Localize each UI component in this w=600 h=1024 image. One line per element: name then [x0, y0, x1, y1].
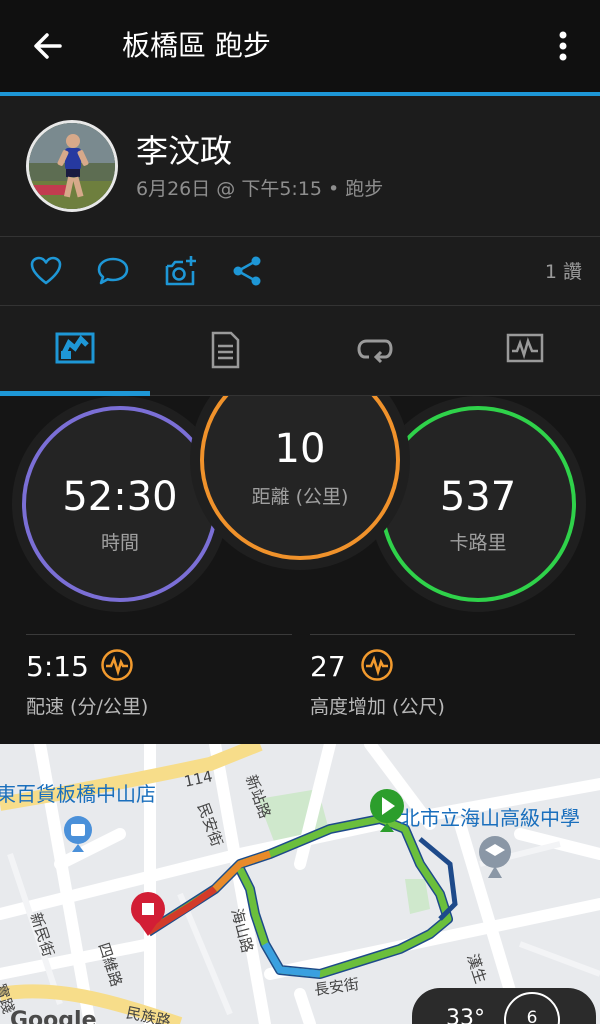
- calories-value: 537: [439, 474, 517, 520]
- map-stats-icon: [55, 332, 95, 364]
- temperature: 33°: [446, 1006, 485, 1024]
- route-map[interactable]: 東百貨板橋中山店 北市立海山高級中學 114 新站路 民安街 海山路 長安街 新…: [0, 744, 600, 1024]
- pace-label: 配速 (分/公里): [26, 696, 149, 718]
- runner-photo-icon: [29, 123, 115, 209]
- elevation-label: 高度增加 (公尺): [310, 696, 445, 718]
- divider: [26, 634, 292, 635]
- wind-icon: 6: [504, 992, 560, 1024]
- map-attribution: Google: [10, 1008, 97, 1024]
- laps-icon: [357, 339, 393, 364]
- tab-laps[interactable]: [300, 306, 450, 396]
- app-bar: 板橋區 跑步: [0, 0, 600, 92]
- time-value: 52:30: [62, 474, 178, 520]
- avatar[interactable]: [26, 120, 118, 212]
- wind-speed: 6: [526, 1008, 538, 1024]
- share-icon[interactable]: [229, 253, 265, 289]
- more-options-icon[interactable]: [548, 26, 578, 66]
- distance-ring: 10 距離 (公里): [200, 396, 400, 560]
- weather-badge[interactable]: 33° 6: [412, 988, 596, 1024]
- activity-subtitle: 6月26日 @ 下午5:15 • 跑步: [136, 178, 384, 200]
- likes-count[interactable]: 1 讚: [545, 257, 582, 284]
- add-photo-icon[interactable]: [162, 253, 198, 289]
- pace-chart-icon[interactable]: [100, 648, 134, 682]
- map-poi-label[interactable]: 北市立海山高級中學: [400, 802, 580, 831]
- distance-label: 距離 (公里): [251, 486, 349, 508]
- tab-charts[interactable]: [450, 306, 600, 396]
- stats-panel: 52:30 時間 537 卡路里 10 距離 (公里) 5:15 配速 (分/公…: [0, 396, 600, 744]
- calories-ring: 537 卡路里: [380, 406, 576, 602]
- action-row: 1 讚: [0, 237, 600, 305]
- time-ring: 52:30 時間: [22, 406, 218, 602]
- divider: [310, 634, 575, 635]
- time-label: 時間: [100, 532, 139, 554]
- tab-details[interactable]: [150, 306, 300, 396]
- calories-label: 卡路里: [449, 532, 507, 554]
- back-arrow-icon[interactable]: [28, 26, 68, 66]
- distance-value: 10: [274, 426, 326, 472]
- user-name[interactable]: 李汶政: [136, 126, 232, 172]
- page-title: 板橋區 跑步: [122, 29, 271, 62]
- like-heart-icon[interactable]: [28, 253, 64, 289]
- document-icon: [211, 331, 240, 369]
- comment-icon[interactable]: [95, 253, 131, 289]
- chart-icon: [506, 333, 544, 363]
- map-poi-label[interactable]: 東百貨板橋中山店: [0, 778, 156, 807]
- tab-overview[interactable]: [0, 306, 150, 396]
- elevation-chart-icon[interactable]: [360, 648, 394, 682]
- elevation-value: 27: [310, 650, 346, 683]
- pace-value: 5:15: [26, 650, 89, 683]
- activity-header: 李汶政 6月26日 @ 下午5:15 • 跑步: [0, 96, 600, 236]
- detail-tabs: [0, 306, 600, 396]
